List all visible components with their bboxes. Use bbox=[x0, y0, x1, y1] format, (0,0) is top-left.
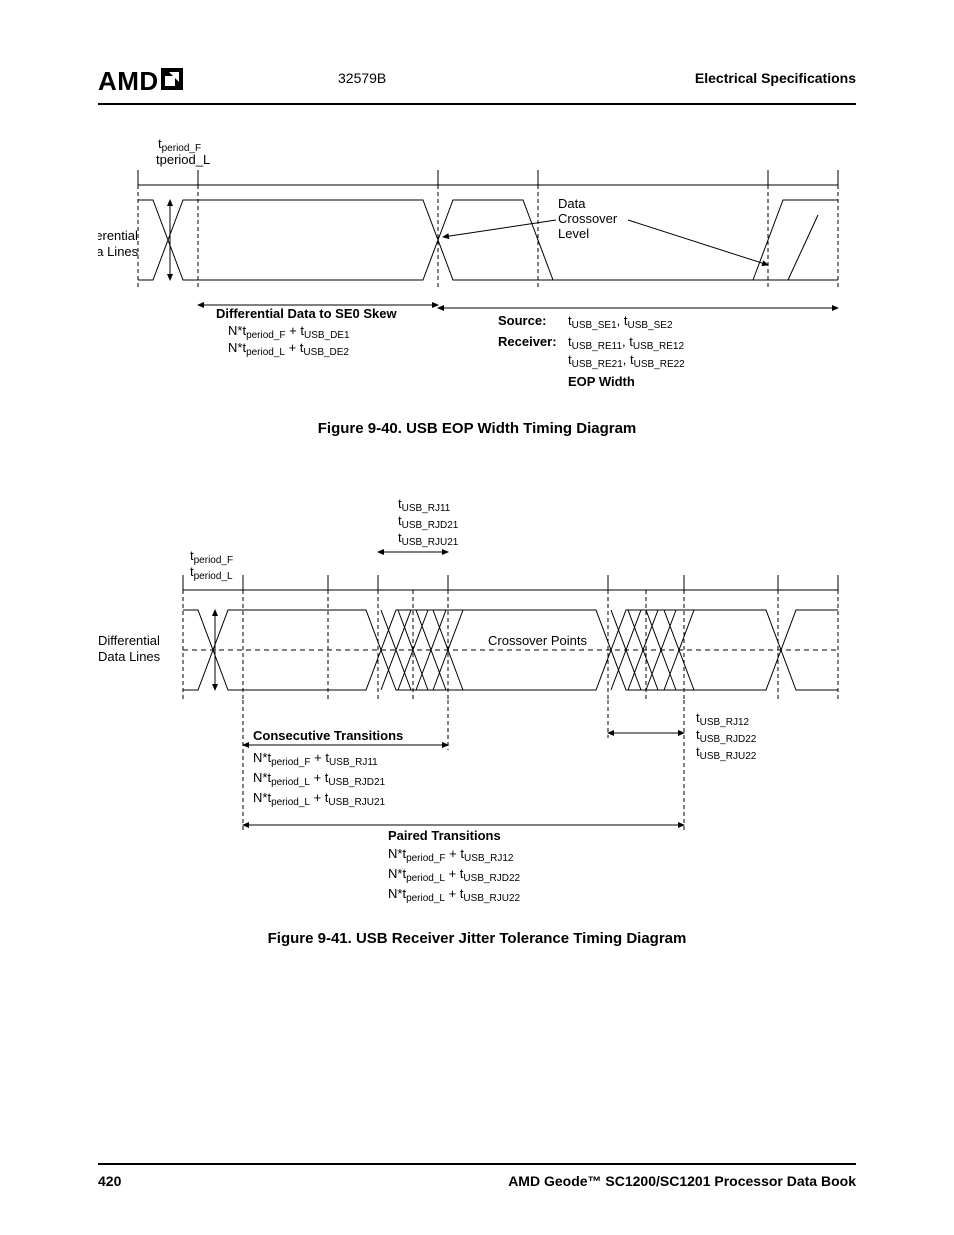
svg-text:DifferentialData Lines: DifferentialData Lines bbox=[98, 228, 139, 259]
svg-text:tUSB_RE11, tUSB_RE12: tUSB_RE11, tUSB_RE12 bbox=[568, 334, 684, 352]
svg-text:Differential Data to SE0 Skew: Differential Data to SE0 Skew bbox=[216, 306, 397, 321]
page-footer: 420 AMD Geode™ SC1200/SC1201 Processor D… bbox=[98, 1163, 856, 1189]
svg-text:N*tperiod_L + tUSB_RJD21: N*tperiod_L + tUSB_RJD21 bbox=[253, 770, 386, 788]
section-title: Electrical Specifications bbox=[695, 70, 856, 86]
svg-text:EOP Width: EOP Width bbox=[568, 374, 635, 389]
svg-text:tUSB_RJ11: tUSB_RJ11 bbox=[398, 496, 451, 514]
svg-text:Source:: Source: bbox=[498, 313, 546, 328]
amd-logo: AMD bbox=[98, 66, 183, 96]
svg-text:DifferentialData Lines: DifferentialData Lines bbox=[98, 633, 161, 664]
svg-text:N*tperiod_L + tUSB_RJU21: N*tperiod_L + tUSB_RJU21 bbox=[253, 790, 386, 808]
svg-text:N*tperiod_L + tUSB_RJD22: N*tperiod_L + tUSB_RJD22 bbox=[388, 866, 521, 884]
amd-logo-text: AMD bbox=[98, 66, 159, 96]
svg-text:tperiod_L: tperiod_L bbox=[156, 152, 210, 167]
svg-text:tUSB_RJD22: tUSB_RJD22 bbox=[696, 727, 757, 745]
svg-text:tperiod_L: tperiod_L bbox=[190, 564, 233, 582]
svg-text:tUSB_SE1, tUSB_SE2: tUSB_SE1, tUSB_SE2 bbox=[568, 313, 673, 331]
svg-text:tUSB_RJD21: tUSB_RJD21 bbox=[398, 513, 459, 531]
svg-text:tUSB_RJU22: tUSB_RJU22 bbox=[696, 744, 757, 762]
figure-9-40-caption: Figure 9-40. USB EOP Width Timing Diagra… bbox=[0, 420, 954, 437]
svg-text:Consecutive Transitions: Consecutive Transitions bbox=[253, 728, 403, 743]
svg-text:N*tperiod_F + tUSB_DE1: N*tperiod_F + tUSB_DE1 bbox=[228, 323, 350, 341]
doc-number: 32579B bbox=[338, 70, 386, 86]
svg-text:N*tperiod_L + tUSB_RJU22: N*tperiod_L + tUSB_RJU22 bbox=[388, 886, 521, 904]
figure-9-41: tUSB_RJ11 tUSB_RJD21 tUSB_RJU21 tperiod_… bbox=[98, 490, 868, 920]
svg-text:Paired Transitions: Paired Transitions bbox=[388, 828, 501, 843]
svg-text:tUSB_RJ12: tUSB_RJ12 bbox=[696, 710, 750, 728]
svg-text:DataCrossoverLevel: DataCrossoverLevel bbox=[558, 196, 618, 241]
amd-arrow-icon bbox=[161, 66, 183, 97]
svg-text:N*tperiod_F + tUSB_RJ12: N*tperiod_F + tUSB_RJ12 bbox=[388, 846, 514, 864]
svg-text:tUSB_RJU21: tUSB_RJU21 bbox=[398, 530, 459, 548]
svg-text:tperiod_F: tperiod_F bbox=[190, 548, 233, 566]
svg-text:N*tperiod_L + tUSB_DE2: N*tperiod_L + tUSB_DE2 bbox=[228, 340, 349, 358]
svg-text:tUSB_RE21, tUSB_RE22: tUSB_RE21, tUSB_RE22 bbox=[568, 352, 685, 370]
page-header: AMD 32579B Electrical Specifications bbox=[98, 66, 856, 105]
svg-text:N*tperiod_F + tUSB_RJ11: N*tperiod_F + tUSB_RJ11 bbox=[253, 750, 378, 768]
svg-text:Crossover Points: Crossover Points bbox=[488, 633, 587, 648]
figure-9-41-caption: Figure 9-41. USB Receiver Jitter Toleran… bbox=[0, 930, 954, 947]
figure-9-40: tperiod_F tperiod_L DifferentialData Lin… bbox=[98, 130, 858, 420]
page-number: 420 bbox=[98, 1173, 121, 1189]
book-title: AMD Geode™ SC1200/SC1201 Processor Data … bbox=[508, 1173, 856, 1189]
svg-text:Receiver:: Receiver: bbox=[498, 334, 557, 349]
